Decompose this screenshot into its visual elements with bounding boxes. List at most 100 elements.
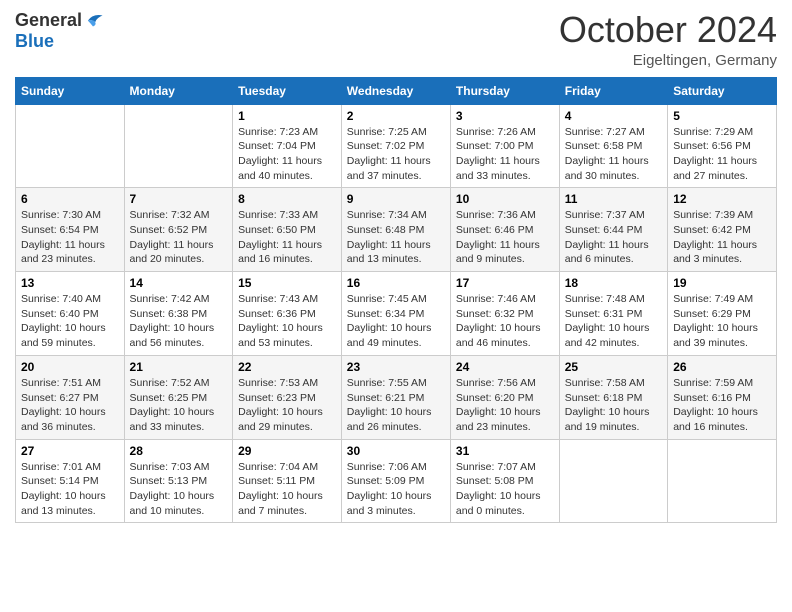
day-number: 13 — [21, 276, 119, 290]
day-info: Sunrise: 7:23 AMSunset: 7:04 PMDaylight:… — [238, 125, 336, 184]
day-number: 1 — [238, 109, 336, 123]
day-info: Sunrise: 7:48 AMSunset: 6:31 PMDaylight:… — [565, 292, 662, 351]
logo: General Blue — [15, 10, 104, 52]
day-info: Sunrise: 7:34 AMSunset: 6:48 PMDaylight:… — [347, 208, 445, 267]
day-info: Sunrise: 7:25 AMSunset: 7:02 PMDaylight:… — [347, 125, 445, 184]
location-title: Eigeltingen, Germany — [559, 52, 777, 69]
calendar-cell: 21Sunrise: 7:52 AMSunset: 6:25 PMDayligh… — [124, 355, 233, 439]
calendar-week-row: 20 Sunrise: 7:51 AMSunset: 6:27 PMDayligh… — [16, 355, 777, 439]
logo-general: General — [15, 11, 82, 31]
day-info: Sunrise: 7:30 AMSunset: 6:54 PMDaylight:… — [21, 208, 119, 267]
day-number: 21 — [130, 360, 228, 374]
weekday-header: Sunday — [16, 77, 125, 104]
calendar-week-row: 13 Sunrise: 7:40 AMSunset: 6:40 PMDayligh… — [16, 272, 777, 356]
calendar-cell: 19 Sunrise: 7:49 AMSunset: 6:29 PMDayligh… — [668, 272, 777, 356]
day-number: 10 — [456, 192, 554, 206]
day-number: 5 — [673, 109, 771, 123]
day-number: 9 — [347, 192, 445, 206]
day-number: 27 — [21, 444, 119, 458]
weekday-header: Monday — [124, 77, 233, 104]
calendar-cell: 29Sunrise: 7:04 AMSunset: 5:11 PMDayligh… — [233, 439, 342, 523]
calendar-cell: 10 Sunrise: 7:36 AMSunset: 6:46 PMDayligh… — [450, 188, 559, 272]
day-number: 29 — [238, 444, 336, 458]
day-info: Sunrise: 7:33 AMSunset: 6:50 PMDaylight:… — [238, 208, 336, 267]
weekday-header: Thursday — [450, 77, 559, 104]
day-number: 17 — [456, 276, 554, 290]
calendar-cell: 5 Sunrise: 7:29 AMSunset: 6:56 PMDaylight… — [668, 104, 777, 188]
weekday-header: Wednesday — [341, 77, 450, 104]
calendar-cell: 24Sunrise: 7:56 AMSunset: 6:20 PMDayligh… — [450, 355, 559, 439]
day-number: 25 — [565, 360, 662, 374]
day-number: 22 — [238, 360, 336, 374]
day-number: 11 — [565, 192, 662, 206]
day-info: Sunrise: 7:07 AMSunset: 5:08 PMDaylight:… — [456, 460, 554, 519]
day-number: 20 — [21, 360, 119, 374]
day-number: 4 — [565, 109, 662, 123]
calendar-week-row: 1 Sunrise: 7:23 AMSunset: 7:04 PMDaylight… — [16, 104, 777, 188]
day-number: 23 — [347, 360, 445, 374]
calendar-week-row: 6 Sunrise: 7:30 AMSunset: 6:54 PMDaylight… — [16, 188, 777, 272]
day-info: Sunrise: 7:37 AMSunset: 6:44 PMDaylight:… — [565, 208, 662, 267]
day-info: Sunrise: 7:49 AMSunset: 6:29 PMDaylight:… — [673, 292, 771, 351]
day-info: Sunrise: 7:42 AMSunset: 6:38 PMDaylight:… — [130, 292, 228, 351]
calendar-cell: 12 Sunrise: 7:39 AMSunset: 6:42 PMDayligh… — [668, 188, 777, 272]
day-number: 12 — [673, 192, 771, 206]
day-info: Sunrise: 7:29 AMSunset: 6:56 PMDaylight:… — [673, 125, 771, 184]
calendar-cell: 13 Sunrise: 7:40 AMSunset: 6:40 PMDayligh… — [16, 272, 125, 356]
day-info: Sunrise: 7:55 AMSunset: 6:21 PMDaylight:… — [347, 376, 445, 435]
calendar-cell — [559, 439, 667, 523]
day-info: Sunrise: 7:43 AMSunset: 6:36 PMDaylight:… — [238, 292, 336, 351]
calendar-cell: 25Sunrise: 7:58 AMSunset: 6:18 PMDayligh… — [559, 355, 667, 439]
day-info: Sunrise: 7:36 AMSunset: 6:46 PMDaylight:… — [456, 208, 554, 267]
title-block: October 2024 Eigeltingen, Germany — [559, 10, 777, 69]
calendar-cell: 7 Sunrise: 7:32 AMSunset: 6:52 PMDaylight… — [124, 188, 233, 272]
calendar-cell: 8 Sunrise: 7:33 AMSunset: 6:50 PMDaylight… — [233, 188, 342, 272]
day-info: Sunrise: 7:59 AMSunset: 6:16 PMDaylight:… — [673, 376, 771, 435]
weekday-header: Saturday — [668, 77, 777, 104]
day-info: Sunrise: 7:39 AMSunset: 6:42 PMDaylight:… — [673, 208, 771, 267]
calendar-cell: 26 Sunrise: 7:59 AMSunset: 6:16 PMDayligh… — [668, 355, 777, 439]
day-info: Sunrise: 7:27 AMSunset: 6:58 PMDaylight:… — [565, 125, 662, 184]
day-info: Sunrise: 7:51 AMSunset: 6:27 PMDaylight:… — [21, 376, 119, 435]
day-number: 19 — [673, 276, 771, 290]
calendar-cell — [16, 104, 125, 188]
calendar-cell: 17 Sunrise: 7:46 AMSunset: 6:32 PMDayligh… — [450, 272, 559, 356]
day-number: 14 — [130, 276, 228, 290]
calendar-body: 1 Sunrise: 7:23 AMSunset: 7:04 PMDaylight… — [16, 104, 777, 523]
calendar-table: SundayMondayTuesdayWednesdayThursdayFrid… — [15, 77, 777, 524]
calendar-cell: 2Sunrise: 7:25 AMSunset: 7:02 PMDaylight… — [341, 104, 450, 188]
calendar-cell: 30Sunrise: 7:06 AMSunset: 5:09 PMDayligh… — [341, 439, 450, 523]
day-number: 28 — [130, 444, 228, 458]
day-info: Sunrise: 7:45 AMSunset: 6:34 PMDaylight:… — [347, 292, 445, 351]
calendar-cell: 4 Sunrise: 7:27 AMSunset: 6:58 PMDaylight… — [559, 104, 667, 188]
calendar-cell: 6 Sunrise: 7:30 AMSunset: 6:54 PMDaylight… — [16, 188, 125, 272]
day-info: Sunrise: 7:03 AMSunset: 5:13 PMDaylight:… — [130, 460, 228, 519]
day-info: Sunrise: 7:46 AMSunset: 6:32 PMDaylight:… — [456, 292, 554, 351]
day-number: 24 — [456, 360, 554, 374]
day-info: Sunrise: 7:26 AMSunset: 7:00 PMDaylight:… — [456, 125, 554, 184]
weekday-header-row: SundayMondayTuesdayWednesdayThursdayFrid… — [16, 77, 777, 104]
day-number: 8 — [238, 192, 336, 206]
calendar-cell: 15Sunrise: 7:43 AMSunset: 6:36 PMDayligh… — [233, 272, 342, 356]
calendar-cell — [668, 439, 777, 523]
calendar-cell: 20 Sunrise: 7:51 AMSunset: 6:27 PMDayligh… — [16, 355, 125, 439]
page-header: General Blue October 2024 Eigeltingen, G… — [15, 10, 777, 69]
weekday-header: Tuesday — [233, 77, 342, 104]
day-number: 18 — [565, 276, 662, 290]
calendar-cell: 11 Sunrise: 7:37 AMSunset: 6:44 PMDayligh… — [559, 188, 667, 272]
calendar-cell: 22Sunrise: 7:53 AMSunset: 6:23 PMDayligh… — [233, 355, 342, 439]
calendar-cell — [124, 104, 233, 188]
calendar-cell: 1 Sunrise: 7:23 AMSunset: 7:04 PMDaylight… — [233, 104, 342, 188]
calendar-cell: 18 Sunrise: 7:48 AMSunset: 6:31 PMDayligh… — [559, 272, 667, 356]
logo-bird-icon — [82, 10, 104, 32]
day-info: Sunrise: 7:40 AMSunset: 6:40 PMDaylight:… — [21, 292, 119, 351]
day-number: 26 — [673, 360, 771, 374]
day-number: 6 — [21, 192, 119, 206]
calendar-cell: 27 Sunrise: 7:01 AMSunset: 5:14 PMDayligh… — [16, 439, 125, 523]
day-number: 7 — [130, 192, 228, 206]
calendar-cell: 9 Sunrise: 7:34 AMSunset: 6:48 PMDaylight… — [341, 188, 450, 272]
day-info: Sunrise: 7:01 AMSunset: 5:14 PMDaylight:… — [21, 460, 119, 519]
day-info: Sunrise: 7:32 AMSunset: 6:52 PMDaylight:… — [130, 208, 228, 267]
calendar-cell: 23 Sunrise: 7:55 AMSunset: 6:21 PMDayligh… — [341, 355, 450, 439]
weekday-header: Friday — [559, 77, 667, 104]
